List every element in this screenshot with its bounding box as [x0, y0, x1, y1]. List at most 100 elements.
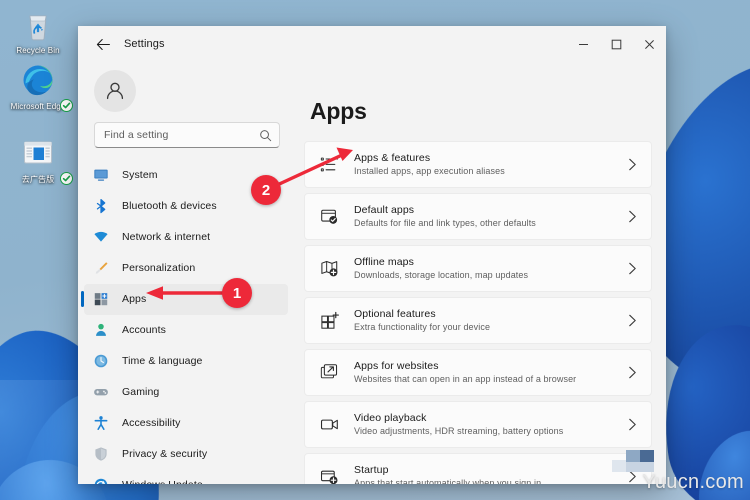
sidebar-item-windows-update[interactable]: Windows Update: [84, 470, 288, 484]
monitor-icon: [90, 166, 112, 184]
watermark-text: Yuucn.com: [642, 471, 744, 493]
card-apps-for-websites[interactable]: Apps for websites Websites that can open…: [304, 349, 652, 396]
apps-grid-icon: [90, 290, 112, 308]
card-startup[interactable]: Startup Apps that start automatically wh…: [304, 453, 652, 484]
sidebar-nav-list: System Bluetooth & devices Network & int…: [78, 156, 294, 484]
card-subtitle: Extra functionality for your device: [354, 322, 491, 332]
person-avatar-icon: [106, 82, 124, 100]
minimize-icon: [579, 43, 588, 45]
card-subtitle: Downloads, storage location, map updates: [354, 270, 529, 280]
back-arrow-icon: [96, 38, 110, 50]
apps-list-icon: [318, 154, 340, 176]
card-text: Apps for websites Websites that can open…: [354, 359, 625, 386]
sync-check-badge-icon: [60, 172, 73, 185]
sidebar-item-label: Accounts: [122, 324, 166, 337]
card-text: Video playback Video adjustments, HDR st…: [354, 411, 625, 438]
sidebar-item-accounts[interactable]: Accounts: [84, 315, 288, 346]
desktop-icon-label: Recycle Bin: [16, 46, 60, 55]
avatar[interactable]: [94, 70, 136, 112]
sidebar-item-label: Bluetooth & devices: [122, 200, 217, 213]
sidebar-item-time-language[interactable]: Time & language: [84, 346, 288, 377]
paintbrush-icon: [90, 259, 112, 277]
gamepad-icon: [90, 383, 112, 401]
card-text: Apps & features Installed apps, app exec…: [354, 151, 625, 178]
startup-icon: [318, 466, 340, 484]
sidebar-item-network-internet[interactable]: Network & internet: [84, 222, 288, 253]
desktop-icon-generic-app[interactable]: 去广告版: [2, 135, 74, 185]
window-titlebar: Settings: [78, 26, 666, 62]
card-subtitle: Apps that start automatically when you s…: [354, 478, 542, 484]
card-default-apps[interactable]: Default apps Defaults for file and link …: [304, 193, 652, 240]
person-icon: [90, 321, 112, 339]
card-optional-features[interactable]: Optional features Extra functionality fo…: [304, 297, 652, 344]
chevron-right-icon[interactable]: [625, 418, 639, 431]
card-text: Offline maps Downloads, storage location…: [354, 255, 625, 282]
search-input[interactable]: Find a setting: [94, 122, 280, 148]
card-title: Optional features: [354, 308, 436, 320]
desktop-icon-microsoft-edge[interactable]: Microsoft Edge: [2, 62, 74, 112]
optional-features-plus-icon: [318, 310, 340, 332]
maximize-icon: [611, 39, 622, 49]
sidebar-item-privacy-security[interactable]: Privacy & security: [84, 439, 288, 470]
desktop-icon-recycle-bin[interactable]: Recycle Bin: [2, 6, 74, 56]
apps-for-websites-icon: [318, 362, 340, 384]
window-title: Settings: [124, 38, 165, 50]
sidebar-item-apps[interactable]: Apps: [81, 284, 288, 315]
close-icon: [645, 39, 654, 49]
card-text: Default apps Defaults for file and link …: [354, 203, 625, 230]
search-wrap: Find a setting: [78, 122, 294, 156]
sidebar-item-label: Network & internet: [122, 231, 211, 244]
shield-icon: [90, 445, 112, 463]
accessibility-icon: [90, 414, 112, 432]
card-subtitle: Installed apps, app execution aliases: [354, 166, 505, 176]
window-body: Find a setting System Bluetooth & device…: [78, 62, 666, 484]
sidebar-item-label: Personalization: [122, 262, 196, 275]
card-subtitle: Video adjustments, HDR streaming, batter…: [354, 426, 564, 436]
maximize-button[interactable]: [600, 26, 633, 62]
sidebar-item-label: System: [122, 169, 158, 182]
card-title: Offline maps: [354, 256, 414, 268]
card-offline-maps[interactable]: Offline maps Downloads, storage location…: [304, 245, 652, 292]
chevron-right-icon[interactable]: [625, 210, 639, 223]
card-subtitle: Defaults for file and link types, other …: [354, 218, 536, 228]
settings-window: Settings Find a setting System Bluetooth…: [78, 26, 666, 484]
card-subtitle: Websites that can open in an app instead…: [354, 374, 577, 384]
search-placeholder: Find a setting: [104, 129, 169, 141]
window-controls: [567, 26, 666, 62]
search-icon[interactable]: [259, 129, 272, 142]
sidebar: Find a setting System Bluetooth & device…: [78, 62, 294, 484]
sidebar-item-label: Windows Update: [122, 479, 203, 484]
sidebar-item-bluetooth-devices[interactable]: Bluetooth & devices: [84, 191, 288, 222]
card-video-playback[interactable]: Video playback Video adjustments, HDR st…: [304, 401, 652, 448]
chevron-right-icon[interactable]: [625, 262, 639, 275]
chevron-right-icon[interactable]: [625, 314, 639, 327]
card-apps-and-features[interactable]: Apps & features Installed apps, app exec…: [304, 141, 652, 188]
sidebar-item-accessibility[interactable]: Accessibility: [84, 408, 288, 439]
offline-maps-icon: [318, 258, 340, 280]
sidebar-item-gaming[interactable]: Gaming: [84, 377, 288, 408]
card-text: Startup Apps that start automatically wh…: [354, 463, 625, 484]
account-block[interactable]: [78, 66, 294, 122]
sidebar-item-label: Gaming: [122, 386, 160, 399]
sidebar-item-label: Privacy & security: [122, 448, 208, 461]
page-title: Apps: [310, 98, 367, 124]
card-title: Apps for websites: [354, 360, 439, 372]
back-button[interactable]: [88, 31, 118, 57]
sidebar-item-system[interactable]: System: [84, 160, 288, 191]
card-title: Startup: [354, 464, 389, 476]
sync-check-badge-icon: [60, 99, 73, 112]
watermark-logo-blocks: [612, 450, 654, 472]
sidebar-item-personalization[interactable]: Personalization: [84, 253, 288, 284]
default-apps-check-icon: [318, 206, 340, 228]
close-button[interactable]: [633, 26, 666, 62]
update-refresh-icon: [90, 476, 112, 484]
main-content-pane: Apps Apps & features Installed apps, app…: [294, 62, 666, 484]
video-camera-icon: [318, 414, 340, 436]
sidebar-item-label: Apps: [122, 293, 147, 306]
card-title: Default apps: [354, 204, 415, 216]
chevron-right-icon[interactable]: [625, 366, 639, 379]
bluetooth-icon: [90, 197, 112, 215]
minimize-button[interactable]: [567, 26, 600, 62]
sidebar-item-label: Time & language: [122, 355, 203, 368]
chevron-right-icon[interactable]: [625, 158, 639, 171]
